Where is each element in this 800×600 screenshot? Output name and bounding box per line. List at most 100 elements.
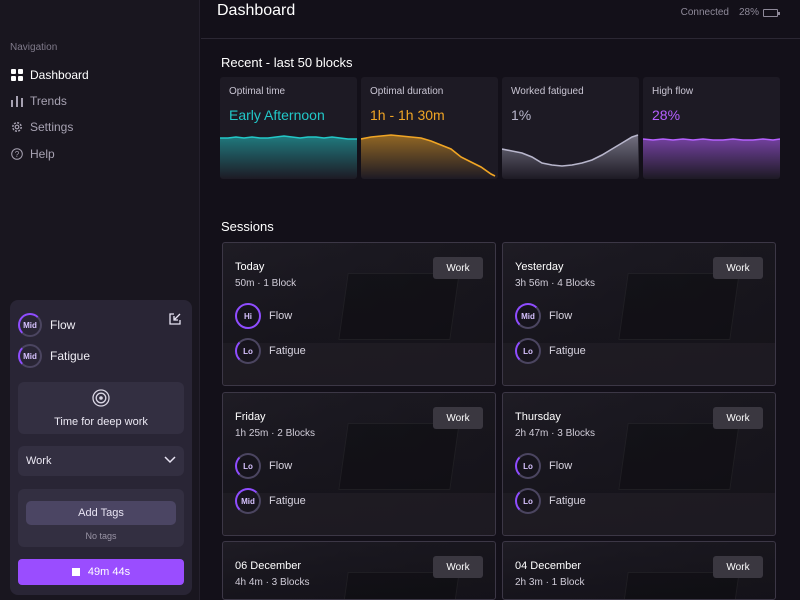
session-day: 04 December	[515, 560, 582, 572]
session-meta: 3h 56m · 4 Blocks	[515, 278, 596, 289]
session-card[interactable]: Thursday 2h 47m · 3 Blocks Work Lo Flow …	[502, 392, 776, 536]
stat-card-worked-fatigued: Worked fatigued 1%	[502, 77, 639, 179]
battery-status: 28%	[738, 7, 780, 18]
session-meta: 1h 25m · 2 Blocks	[235, 428, 316, 439]
sidebar-item-label: Dashboard	[30, 68, 89, 82]
connection-status: Connected 28%	[680, 7, 780, 18]
page-title: Dashboard	[217, 2, 296, 19]
session-card[interactable]: Friday 1h 25m · 2 Blocks Work Lo Flow Mi…	[222, 392, 496, 536]
stat-label: Optimal duration	[370, 86, 444, 97]
flow-label: Flow	[269, 310, 293, 322]
session-meta: 4h 4m · 3 Blocks	[235, 577, 310, 588]
sidebar-item-trends[interactable]: Trends	[10, 91, 67, 111]
sidebar-item-help[interactable]: ? Help	[10, 144, 55, 164]
grid-icon	[10, 69, 23, 82]
help-icon: ?	[10, 148, 23, 161]
session-flow: Lo Flow	[235, 453, 292, 479]
sidebar-item-label: Settings	[30, 120, 74, 134]
session-fatigue: Mid Fatigue	[235, 488, 306, 514]
session-card[interactable]: Yesterday 3h 56m · 4 Blocks Work Mid Flo…	[502, 242, 776, 386]
session-tag-button[interactable]: Work	[433, 556, 483, 578]
fatigue-label: Fatigue	[269, 495, 306, 507]
deep-work-card[interactable]: Time for deep work	[18, 382, 184, 434]
sidebar-item-dashboard[interactable]: Dashboard	[10, 65, 89, 85]
session-tag-button[interactable]: Work	[713, 257, 763, 279]
bar-chart-icon	[10, 95, 23, 108]
add-tags-button[interactable]: Add Tags	[26, 501, 176, 525]
tags-card: Add Tags No tags	[18, 489, 184, 547]
flow-level-ring: Hi	[235, 303, 261, 329]
nav-title: Navigation	[10, 42, 58, 53]
session-day: 06 December	[235, 560, 302, 572]
stat-card-optimal-time: Optimal time Early Afternoon	[220, 77, 357, 179]
stat-label: High flow	[652, 86, 694, 97]
stat-card-optimal-duration: Optimal duration 1h - 1h 30m	[361, 77, 498, 179]
session-meta: 50m · 1 Block	[235, 278, 297, 289]
session-fatigue: Lo Fatigue	[235, 338, 306, 364]
deep-work-label: Time for deep work	[54, 415, 148, 428]
session-flow: Mid Flow	[515, 303, 572, 329]
recent-title: Recent - last 50 blocks	[221, 55, 353, 70]
session-tag-button[interactable]: Work	[713, 407, 763, 429]
fatigue-label: Fatigue	[269, 345, 306, 357]
stat-value: Early Afternoon	[229, 107, 325, 123]
flow-label: Flow	[269, 460, 293, 472]
flow-level-ring: Lo	[235, 453, 261, 479]
sidebar: Navigation Dashboard Trends Settings ? H…	[0, 0, 200, 600]
fatigue-level-ring: Lo	[515, 338, 541, 364]
focus-panel: Mid Flow Mid Fatigue Time for deep work …	[10, 300, 192, 595]
activity-select-value: Work	[26, 455, 52, 467]
stat-card-high-flow: High flow 28%	[643, 77, 780, 179]
session-flow: Hi Flow	[235, 303, 292, 329]
stat-value: 1h - 1h 30m	[370, 107, 445, 123]
session-meta: 2h 3m · 1 Block	[515, 577, 585, 588]
sidebar-item-label: Help	[30, 147, 55, 161]
fatigue-level-ring: Lo	[515, 488, 541, 514]
session-card[interactable]: 04 December 2h 3m · 1 Block Work	[502, 541, 776, 600]
popout-icon[interactable]	[168, 312, 182, 326]
no-tags-label: No tags	[85, 531, 117, 541]
session-card[interactable]: Today 50m · 1 Block Work Hi Flow Lo Fati…	[222, 242, 496, 386]
fatigue-label: Fatigue	[549, 495, 586, 507]
gear-icon	[10, 121, 23, 134]
sessions-title: Sessions	[221, 219, 274, 234]
session-fatigue: Lo Fatigue	[515, 488, 586, 514]
session-fatigue: Lo Fatigue	[515, 338, 586, 364]
fatigue-label: Fatigue	[50, 349, 91, 363]
flow-level-ring: Lo	[515, 453, 541, 479]
timer-value: 49m 44s	[87, 566, 131, 578]
fatigue-label: Fatigue	[549, 345, 586, 357]
session-flow: Lo Flow	[515, 453, 572, 479]
session-tag-button[interactable]: Work	[713, 556, 763, 578]
flow-label: Flow	[50, 318, 76, 332]
session-day: Thursday	[515, 411, 561, 423]
session-meta: 2h 47m · 3 Blocks	[515, 428, 596, 439]
target-icon	[92, 388, 110, 410]
stat-value: 28%	[652, 107, 681, 123]
session-day: Friday	[235, 411, 266, 423]
fatigue-level-ring: Mid	[235, 488, 261, 514]
session-tag-button[interactable]: Work	[433, 257, 483, 279]
svg-text:?: ?	[14, 150, 19, 159]
stop-timer-button[interactable]: 49m 44s	[18, 559, 184, 585]
sidebar-item-label: Trends	[30, 94, 67, 108]
session-day: Yesterday	[515, 261, 564, 273]
session-day: Today	[235, 261, 265, 273]
flow-level-ring: Mid	[515, 303, 541, 329]
stat-label: Worked fatigued	[511, 86, 584, 97]
stop-icon	[71, 568, 80, 576]
session-tag-button[interactable]: Work	[433, 407, 483, 429]
stat-value: 1%	[511, 107, 532, 123]
battery-icon	[763, 8, 780, 17]
sidebar-item-settings[interactable]: Settings	[10, 117, 73, 137]
battery-level: 28%	[738, 7, 759, 18]
stat-label: Optimal time	[229, 86, 286, 97]
flow-label: Flow	[549, 310, 573, 322]
chevron-down-icon	[164, 455, 176, 467]
activity-select[interactable]: Work	[18, 446, 184, 476]
flow-label: Flow	[549, 460, 573, 472]
connection-label: Connected	[680, 7, 729, 18]
fatigue-level-ring: Lo	[235, 338, 261, 364]
session-card[interactable]: 06 December 4h 4m · 3 Blocks Work	[222, 541, 496, 600]
fatigue-level-ring: Mid	[18, 344, 42, 368]
